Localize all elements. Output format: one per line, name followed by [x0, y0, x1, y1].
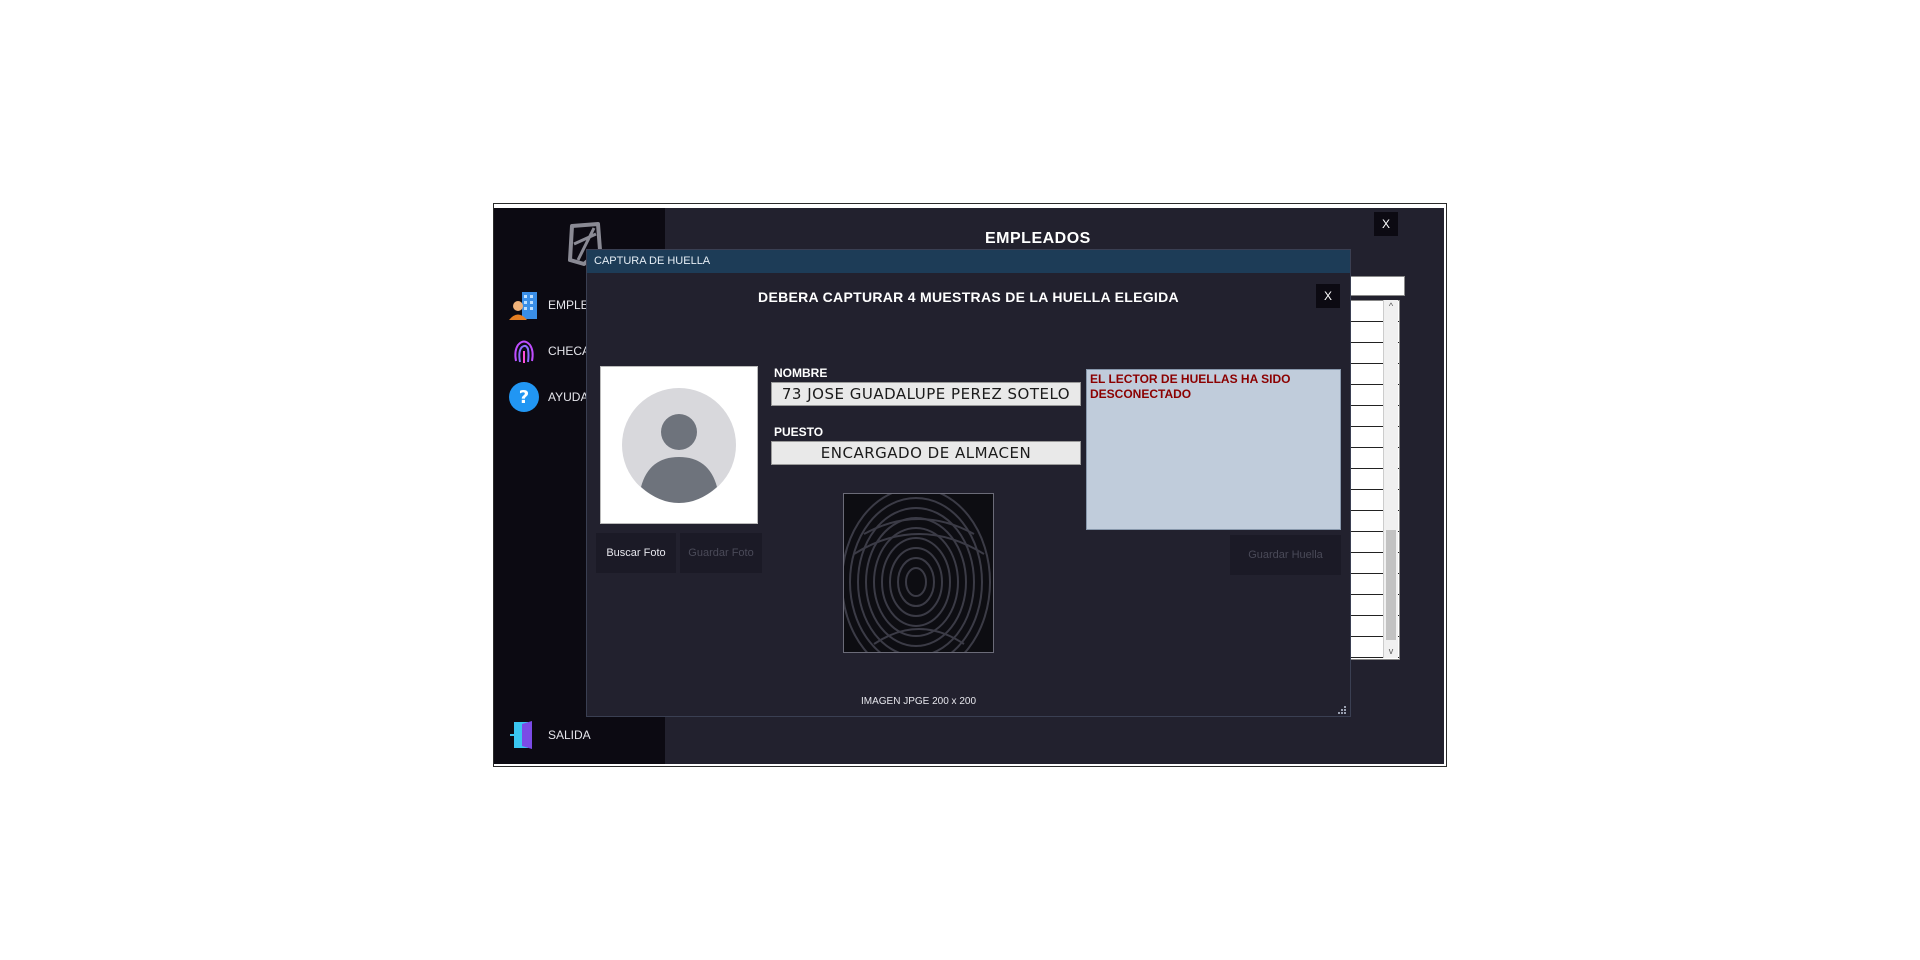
avatar-placeholder-icon [622, 388, 736, 503]
dialog-titlebar[interactable]: CAPTURA DE HUELLA [587, 250, 1350, 273]
status-message: EL LECTOR DE HUELLAS HA SIDO DESCONECTAD… [1086, 369, 1341, 530]
fingerprint-icon [508, 335, 540, 367]
employee-photo [600, 366, 758, 524]
buscar-foto-button[interactable]: Buscar Foto [596, 533, 676, 573]
puesto-field: ENCARGADO DE ALMACEN [771, 441, 1081, 465]
help-icon: ? [508, 381, 540, 413]
scrollbar-thumb[interactable] [1386, 530, 1396, 640]
sidebar-item-salida[interactable]: SALIDA [508, 716, 591, 754]
employee-building-icon [508, 289, 540, 321]
fingerprint-capture-dialog: CAPTURA DE HUELLA DEBERA CAPTURAR 4 MUES… [586, 249, 1351, 717]
nombre-field: 73 JOSE GUADALUPE PEREZ SOTELO [771, 382, 1081, 406]
app-close-button[interactable]: X [1374, 212, 1398, 236]
resize-grip-icon[interactable] [1337, 702, 1347, 714]
sidebar-item-label: SALIDA [548, 728, 591, 742]
scroll-up-icon[interactable]: ^ [1384, 300, 1398, 312]
svg-text:?: ? [519, 387, 529, 408]
list-scrollbar[interactable]: ^ v [1383, 300, 1398, 658]
scroll-down-icon[interactable]: v [1384, 645, 1398, 657]
fingerprint-icon [844, 494, 991, 652]
guardar-foto-button[interactable]: Guardar Foto [680, 533, 762, 573]
sidebar-item-label: AYUDA [548, 390, 589, 404]
dialog-heading: DEBERA CAPTURAR 4 MUESTRAS DE LA HUELLA … [758, 289, 1179, 305]
search-input[interactable] [1349, 276, 1405, 296]
dialog-close-button[interactable]: X [1316, 284, 1340, 308]
image-caption: IMAGEN JPGE 200 x 200 [860, 696, 977, 707]
sidebar-item-ayuda[interactable]: ? AYUDA [508, 378, 588, 416]
page-title: EMPLEADOS [985, 230, 1091, 247]
exit-door-icon [508, 719, 540, 751]
guardar-huella-button[interactable]: Guardar Huella [1230, 535, 1341, 575]
nombre-label: NOMBRE [774, 366, 828, 380]
puesto-label: PUESTO [774, 425, 824, 439]
fingerprint-image [843, 493, 994, 653]
